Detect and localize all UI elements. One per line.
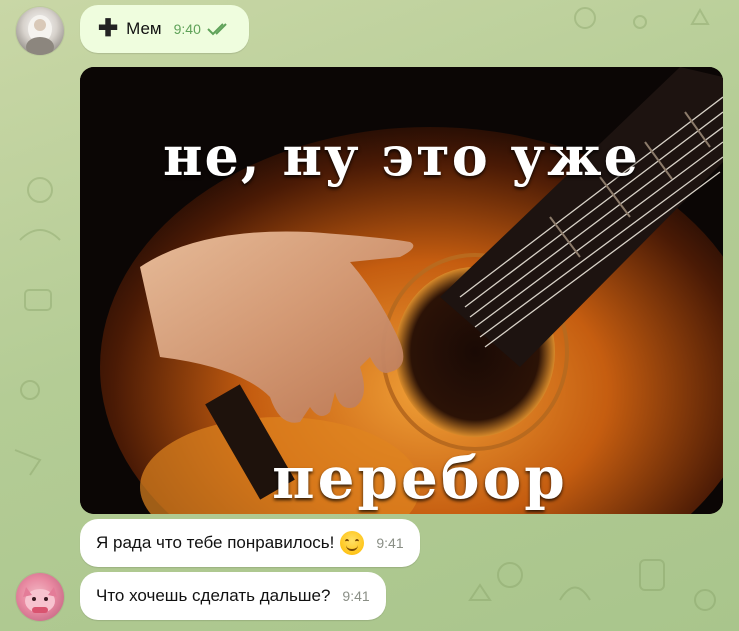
message-text: Я рада что тебе понравилось!: [96, 533, 335, 552]
message-bubble[interactable]: ✚ Мем 9:40: [80, 5, 249, 53]
message-bubble[interactable]: Что хочешь сделать дальше? 9:41: [80, 572, 386, 620]
user-avatar-image: [26, 15, 54, 55]
message-text: Что хочешь сделать дальше?: [96, 586, 331, 605]
meme-caption-top: не, ну это уже: [163, 124, 640, 188]
plus-icon: ✚: [98, 15, 119, 42]
message-bubble[interactable]: Я рада что тебе понравилось! 9:41: [80, 519, 420, 567]
meme-caption-bottom: перебор: [272, 444, 568, 512]
read-checkmarks-icon: [207, 22, 233, 36]
user-avatar-image: [23, 587, 57, 613]
smiling-face-emoji-icon: [340, 531, 365, 555]
message-text: Мем: [126, 19, 162, 38]
avatar[interactable]: [16, 7, 64, 55]
message-time: 9:41: [342, 588, 370, 604]
message-time: 9:41: [376, 535, 404, 551]
meme-photo[interactable]: не, ну это уже перебор: [80, 67, 723, 514]
message-time: 9:40: [173, 21, 201, 37]
avatar[interactable]: [16, 573, 64, 621]
